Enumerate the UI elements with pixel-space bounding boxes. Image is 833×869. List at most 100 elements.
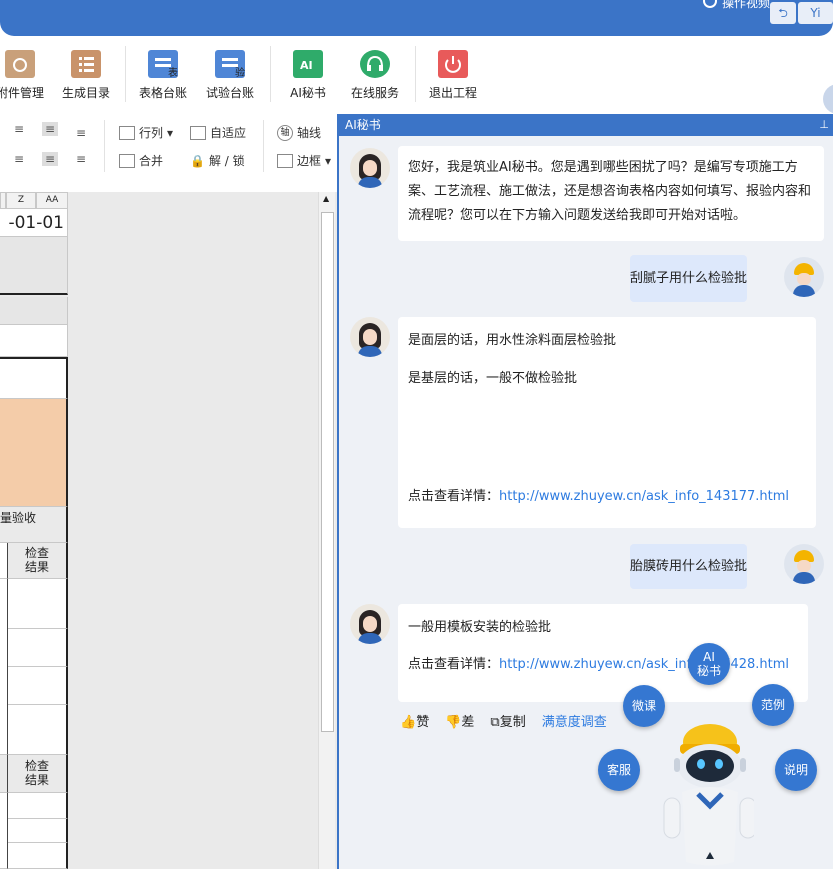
ledger-icon: 表 — [148, 50, 178, 79]
quality-text: 量验收 — [0, 511, 37, 525]
border-icon — [277, 153, 293, 168]
quality-acceptance-cell[interactable]: 量验收 — [0, 507, 68, 543]
ai-icon: AI — [293, 50, 323, 78]
assistant-avatar — [350, 148, 390, 188]
align-top-left-button[interactable]: ≡ — [14, 122, 24, 136]
headset-icon — [360, 50, 390, 78]
cell[interactable] — [0, 579, 8, 755]
spreadsheet-area: Z AA -01-01 量验收 检查 结果 检查 结果 ▲ — [0, 192, 337, 869]
like-button[interactable]: 👍赞 — [400, 711, 429, 730]
svg-text:表: 表 — [168, 66, 178, 78]
align-center-button[interactable]: ≡ — [42, 152, 59, 166]
like-label: 赞 — [416, 715, 430, 730]
test-ledger-label: 试验台账 — [205, 86, 254, 100]
robot-mascot-icon[interactable] — [662, 722, 754, 869]
toolbar-divider — [104, 120, 105, 172]
cell[interactable] — [0, 793, 8, 869]
test-ledger-button[interactable]: 验 试验台账 — [190, 50, 270, 101]
cell[interactable] — [8, 843, 68, 869]
svg-text:验: 验 — [235, 66, 245, 78]
user-avatar — [784, 257, 824, 297]
align-top-center-button[interactable]: ≡ — [42, 122, 59, 136]
align-right-button[interactable]: ≡ — [76, 152, 86, 166]
cell[interactable] — [8, 667, 68, 705]
cell[interactable] — [8, 819, 68, 843]
help-icon[interactable] — [703, 0, 717, 8]
detail-link[interactable]: http://www.zhuyew.cn/ask_info_143177.htm… — [499, 489, 789, 504]
fab-customer-service[interactable]: 客服 — [598, 749, 640, 791]
user-message: 刮腻子用什么检验批 — [630, 255, 747, 302]
lock-label: 解 / 锁 — [208, 154, 245, 168]
date-cell[interactable]: -01-01 — [0, 209, 68, 237]
vertical-scrollbar[interactable]: ▲ — [318, 192, 335, 869]
format-toolbar: ≡ ≡ ≡ ≡ ≡ ≡ 行列 ▾ 自适应 轴轴线 合并 🔒 解 / 锁 边框 ▾ — [0, 114, 337, 192]
fab-manual[interactable]: 说明 — [775, 749, 817, 791]
fab-example[interactable]: 范例 — [752, 684, 794, 726]
online-service-label: 在线服务 — [350, 86, 399, 100]
fab-ai-secretary[interactable]: AI 秘书 — [688, 643, 730, 685]
highlighted-cell[interactable] — [0, 399, 68, 507]
assistant-message: 您好，我是筑业AI秘书。您是遇到哪些困扰了吗？是编写专项施工方案、工艺流程、施工… — [398, 146, 824, 241]
online-service-button[interactable]: 在线服务 — [335, 50, 415, 101]
border-dropdown[interactable]: 边框 ▾ — [277, 152, 331, 169]
merge-icon — [119, 153, 135, 168]
exit-project-label: 退出工程 — [428, 86, 477, 100]
answer-line: 是基层的话，一般不做检验批 — [408, 371, 578, 386]
cell[interactable] — [0, 357, 68, 399]
autofit-button[interactable]: 自适应 — [190, 124, 246, 141]
detail-label: 点击查看详情： — [408, 489, 500, 504]
column-header-z[interactable]: Z — [6, 192, 36, 209]
align-left-button[interactable]: ≡ — [14, 152, 24, 166]
cell[interactable] — [0, 237, 68, 295]
cell[interactable] — [0, 325, 68, 357]
undo-button[interactable]: ⮌ — [770, 2, 796, 24]
cell[interactable] — [0, 297, 68, 325]
user-avatar[interactable] — [823, 84, 833, 114]
axis-icon: 轴 — [277, 124, 293, 141]
cell[interactable] — [8, 579, 68, 629]
cell[interactable] — [8, 705, 68, 755]
copy-button[interactable]: ⧉复制 — [490, 711, 525, 730]
autofit-label: 自适应 — [210, 126, 247, 140]
merge-button[interactable]: 合并 — [119, 152, 163, 169]
satisfaction-survey-link[interactable]: 满意度调查 — [542, 711, 607, 730]
help-video-link[interactable]: 操作视频 — [722, 0, 770, 11]
pin-icon[interactable]: ⊥ — [819, 114, 829, 136]
user-avatar — [784, 544, 824, 584]
exit-project-button[interactable]: 退出工程 — [413, 50, 493, 101]
message-actions: 👍赞 👎差 ⧉复制 满意度调查 — [400, 711, 607, 730]
fab-micro-course[interactable]: 微课 — [623, 685, 665, 727]
assistant-message: 是面层的话，用水性涂料面层检验批 是基层的话，一般不做检验批 点击查看详情：ht… — [398, 317, 816, 528]
detail-link[interactable]: http://www.zhuyew.cn/ask_info_117428.htm… — [499, 657, 789, 672]
generate-toc-button[interactable]: 生成目录 — [46, 50, 126, 101]
thumbs-down-icon: 👎 — [445, 715, 462, 730]
thumbs-up-icon: 👍 — [400, 715, 417, 730]
lock-icon: 🔒 — [190, 153, 205, 168]
axis-button[interactable]: 轴轴线 — [277, 124, 321, 141]
ai-secretary-panel: AI秘书 ⊥ 您好，我是筑业AI秘书。您是遇到哪些困扰了吗？是编写专项施工方案、… — [337, 114, 833, 869]
answer-line: 是面层的话，用水性涂料面层检验批 — [408, 333, 617, 348]
scrollbar-thumb[interactable] — [321, 212, 334, 732]
assistant-message: 一般用模板安装的检验批 点击查看详情：http://www.zhuyew.cn/… — [398, 604, 808, 702]
cell[interactable] — [0, 543, 8, 579]
main-ribbon: 附件管理 生成目录 表 表格台账 验 试验台账 AI AI秘书 在线服务 退出工… — [0, 36, 833, 131]
test-ledger-icon: 验 — [215, 50, 245, 79]
check-result-header: 检查 结果 — [8, 755, 68, 793]
cell[interactable] — [0, 755, 8, 793]
row-col-dropdown[interactable]: 行列 ▾ — [119, 124, 173, 141]
column-header-aa[interactable]: AA — [36, 192, 68, 209]
align-top-right-button[interactable]: ≡ — [76, 126, 86, 140]
dislike-label: 差 — [461, 715, 475, 730]
answer-line: 一般用模板安装的检验批 — [408, 620, 552, 635]
cell[interactable] — [8, 629, 68, 667]
user-menu-button[interactable]: Yi — [798, 2, 833, 24]
assistant-avatar — [350, 317, 390, 357]
generate-toc-label: 生成目录 — [61, 86, 110, 100]
row-col-label: 行列 — [139, 126, 164, 140]
scroll-up-icon[interactable]: ▲ — [323, 194, 329, 203]
dislike-button[interactable]: 👎差 — [445, 711, 474, 730]
svg-text:AI: AI — [300, 59, 313, 72]
lock-button[interactable]: 🔒 解 / 锁 — [190, 152, 245, 169]
merge-label: 合并 — [139, 154, 164, 168]
cell[interactable] — [8, 793, 68, 819]
